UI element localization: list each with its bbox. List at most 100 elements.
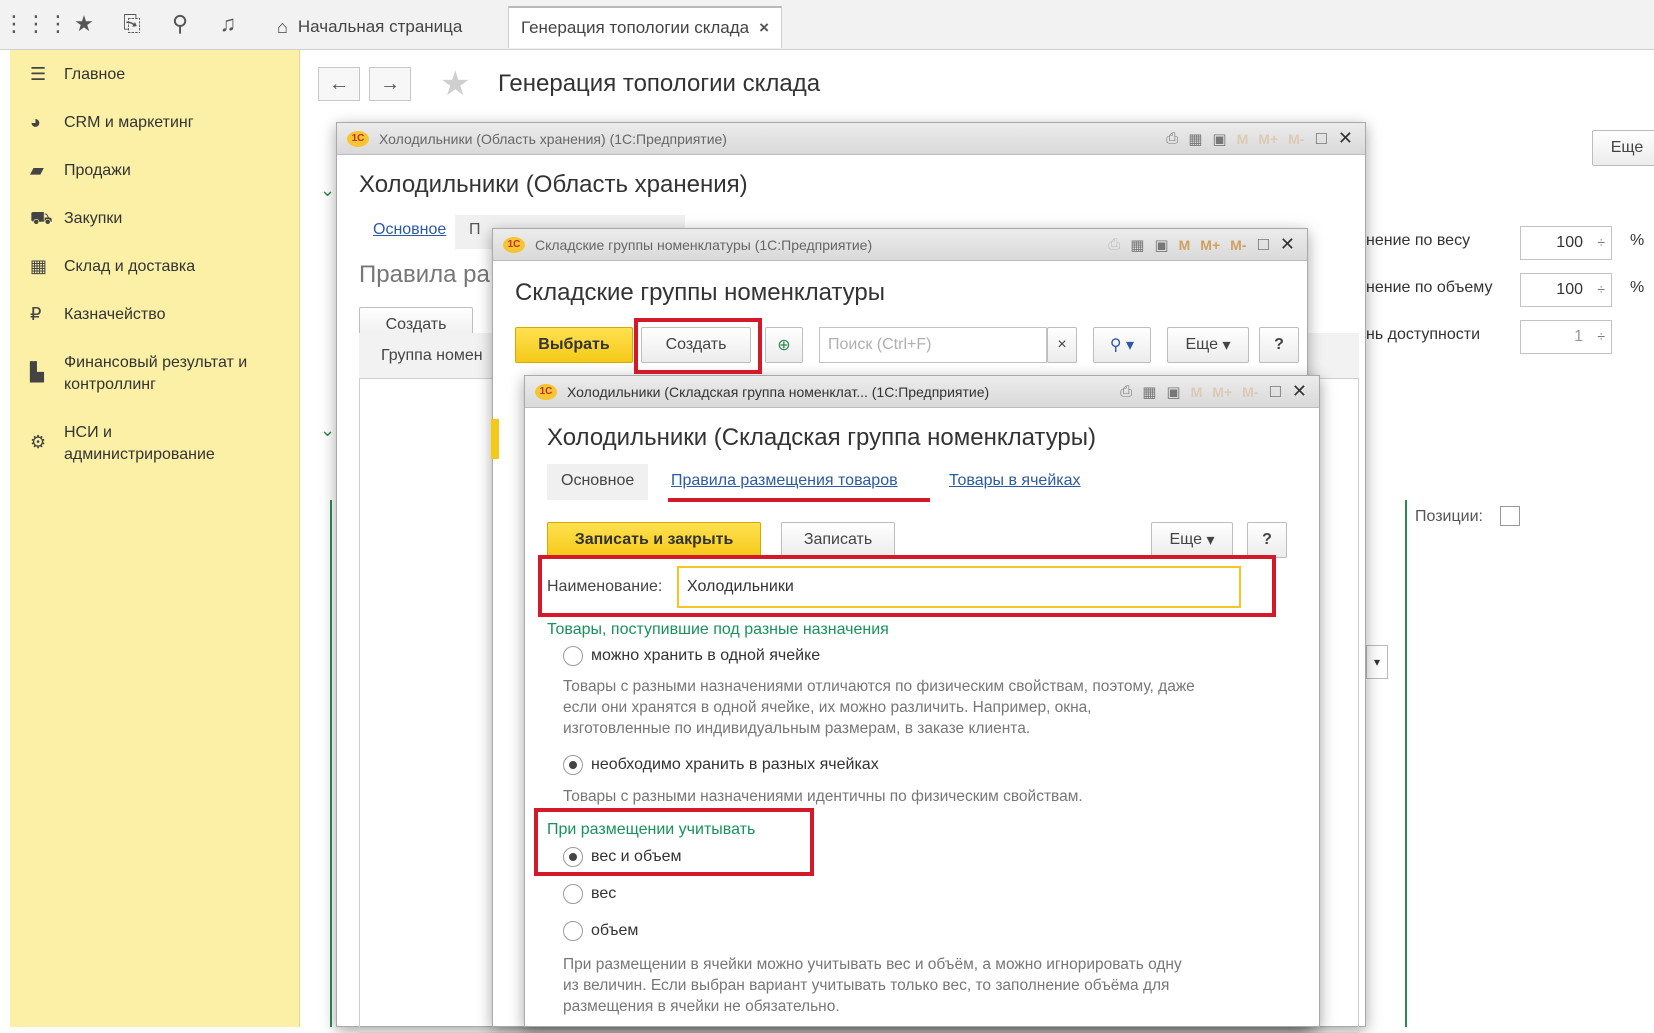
tab-home[interactable]: ⌂ Начальная страница bbox=[265, 6, 474, 48]
more-button[interactable]: Еще ▾ bbox=[1151, 522, 1233, 558]
more-button[interactable]: Еще ▾ bbox=[1167, 327, 1249, 363]
sidebar-item-sales[interactable]: ▰ Продажи bbox=[30, 160, 131, 182]
section-destinations: Товары, поступившие под разные назначени… bbox=[547, 621, 889, 638]
field-label-availability: нь доступности bbox=[1366, 326, 1481, 343]
radio-weight[interactable] bbox=[563, 884, 583, 904]
m-icon[interactable]: M bbox=[1191, 384, 1203, 400]
maximize-icon[interactable]: ☐ bbox=[1314, 130, 1327, 148]
tab-placement-rules[interactable]: Правила размещения товаров bbox=[671, 472, 898, 490]
availability-input[interactable]: 1 bbox=[1520, 320, 1612, 354]
history-icon[interactable]: ⎘ bbox=[116, 8, 148, 40]
m-plus-icon[interactable]: M+ bbox=[1258, 131, 1278, 147]
radio-one-cell-label[interactable]: можно хранить в одной ячейке bbox=[591, 647, 820, 665]
calendar-icon[interactable]: ▣ bbox=[1166, 383, 1180, 401]
calculator-icon[interactable]: ▦ bbox=[1188, 130, 1202, 148]
highlight-rules-tab-underline bbox=[668, 498, 930, 502]
desc-placement-3: размещения в ячейки не обязательно. bbox=[563, 998, 840, 1015]
search-icon[interactable]: ⚲ ▾ bbox=[1093, 327, 1151, 363]
back-button[interactable]: ← bbox=[318, 67, 360, 101]
tab-generation[interactable]: Генерация топологии склада × bbox=[508, 6, 783, 48]
radio-one-cell[interactable] bbox=[563, 646, 583, 666]
select-button[interactable]: Выбрать bbox=[515, 327, 633, 363]
volume-input[interactable]: 100 bbox=[1520, 273, 1612, 307]
radio-separate-cells[interactable] bbox=[563, 755, 583, 775]
cart-icon: ⛟ bbox=[30, 208, 53, 228]
m-minus-icon[interactable]: M- bbox=[1288, 131, 1304, 147]
sidebar-item-nsi[interactable]: ⚙ НСИ и администрирование bbox=[30, 422, 215, 466]
save-button[interactable]: Записать bbox=[781, 522, 895, 558]
sidebar bbox=[10, 50, 300, 1027]
column-header[interactable]: Группа номен bbox=[381, 347, 483, 365]
window-title: Холодильники (Область хранения) bbox=[359, 171, 748, 198]
help-button[interactable]: ? bbox=[1247, 522, 1287, 558]
group-divider bbox=[1405, 500, 1407, 1027]
sidebar-item-treasury[interactable]: ₽ Казначейство bbox=[30, 304, 165, 326]
collapse-chevron-icon-2[interactable]: ⌄ bbox=[320, 420, 335, 441]
1c-logo-icon: 1С bbox=[535, 383, 557, 400]
dropdown-arrow-icon[interactable]: ▾ bbox=[1366, 645, 1388, 679]
star-icon[interactable]: ★ bbox=[68, 8, 100, 40]
sidebar-item-warehouse[interactable]: ▦ Склад и доставка bbox=[30, 256, 195, 278]
bell-icon[interactable]: ♫ bbox=[212, 8, 244, 40]
radio-volume[interactable] bbox=[563, 921, 583, 941]
search-icon[interactable]: ⚲ bbox=[164, 8, 196, 40]
calendar-icon[interactable]: ▣ bbox=[1154, 236, 1168, 254]
close-icon[interactable]: ✕ bbox=[1338, 128, 1353, 149]
maximize-icon[interactable]: ☐ bbox=[1268, 383, 1281, 401]
print-icon[interactable]: ⎙ bbox=[1108, 236, 1120, 253]
close-icon[interactable]: ✕ bbox=[1280, 234, 1295, 255]
window-nomenclature-group: 1С Холодильники (Складская группа номенк… bbox=[524, 375, 1320, 1027]
calculator-icon[interactable]: ▦ bbox=[1130, 236, 1144, 254]
radio-separate-cells-label[interactable]: необходимо хранить в разных ячейках bbox=[591, 756, 879, 774]
m-icon[interactable]: M bbox=[1179, 237, 1191, 253]
positions-checkbox[interactable] bbox=[1500, 506, 1520, 526]
forward-button[interactable]: → bbox=[369, 67, 411, 101]
search-input[interactable]: Поиск (Ctrl+F) bbox=[819, 327, 1047, 363]
desc-one-cell-2: если они хранятся в одной ячейке, их мож… bbox=[563, 699, 1092, 716]
ruble-icon: ₽ bbox=[30, 304, 42, 324]
calculator-icon[interactable]: ▦ bbox=[1142, 383, 1156, 401]
sidebar-item-purchases[interactable]: ⛟ Закупки bbox=[30, 208, 122, 230]
m-plus-icon[interactable]: M+ bbox=[1212, 384, 1232, 400]
close-icon[interactable]: × bbox=[759, 18, 769, 38]
highlight-weight-volume bbox=[534, 808, 814, 876]
tab-main[interactable]: Основное bbox=[547, 464, 649, 500]
m-minus-icon[interactable]: M- bbox=[1230, 237, 1246, 253]
field-label-volume: нение по объему bbox=[1366, 279, 1493, 296]
copy-icon[interactable]: ⊕ bbox=[765, 327, 803, 363]
m-plus-icon[interactable]: M+ bbox=[1200, 237, 1220, 253]
tab-goods-in-cells[interactable]: Товары в ячейках bbox=[949, 472, 1081, 490]
pie-icon: ◕ bbox=[30, 112, 41, 132]
tab-main-link[interactable]: Основное bbox=[373, 221, 446, 239]
help-button[interactable]: ? bbox=[1259, 327, 1299, 363]
weight-input[interactable]: 100 bbox=[1520, 226, 1612, 260]
radio-volume-label[interactable]: объем bbox=[591, 922, 638, 940]
radio-weight-label[interactable]: вес bbox=[591, 885, 616, 903]
sidebar-item-main[interactable]: ☰ Главное bbox=[30, 64, 125, 86]
m-minus-icon[interactable]: M- bbox=[1242, 384, 1258, 400]
m-icon[interactable]: M bbox=[1237, 131, 1249, 147]
favorite-star-icon[interactable]: ★ bbox=[440, 64, 470, 104]
desc-one-cell-1: Товары с разными назначениями отличаются… bbox=[563, 678, 1195, 695]
save-and-close-button[interactable]: Записать и закрыть bbox=[547, 522, 761, 558]
section-title: Правила ра bbox=[359, 261, 490, 288]
window-titlebar: 1С Складские группы номенклатуры (1С:Пре… bbox=[493, 229, 1307, 261]
collapse-chevron-icon[interactable]: ⌄ bbox=[320, 180, 335, 201]
apps-icon[interactable]: ⋮⋮⋮ bbox=[3, 8, 69, 40]
sidebar-item-finance[interactable]: ▙ Финансовый результат и контроллинг bbox=[30, 352, 247, 396]
gear-icon: ⚙ bbox=[30, 432, 47, 452]
sidebar-item-crm[interactable]: ◕ CRM и маркетинг bbox=[30, 112, 194, 134]
more-button[interactable]: Еще bbox=[1592, 130, 1654, 166]
maximize-icon[interactable]: ☐ bbox=[1256, 236, 1269, 254]
print-icon[interactable]: ⎙ bbox=[1120, 383, 1132, 400]
row-marker bbox=[491, 419, 499, 459]
close-icon[interactable]: ✕ bbox=[1292, 381, 1307, 402]
1c-logo-icon: 1С bbox=[347, 130, 369, 147]
positions-label: Позиции: bbox=[1415, 508, 1483, 525]
top-bar: ⋮⋮⋮ ★ ⎘ ⚲ ♫ ⌂ Начальная страница Генерац… bbox=[0, 0, 1654, 50]
1c-logo-icon: 1С bbox=[503, 236, 525, 253]
calendar-icon[interactable]: ▣ bbox=[1212, 130, 1226, 148]
clear-search-icon[interactable]: × bbox=[1047, 327, 1077, 363]
print-icon[interactable]: ⎙ bbox=[1166, 130, 1178, 147]
window-titlebar: 1С Холодильники (Область хранения) (1С:П… bbox=[337, 123, 1365, 155]
